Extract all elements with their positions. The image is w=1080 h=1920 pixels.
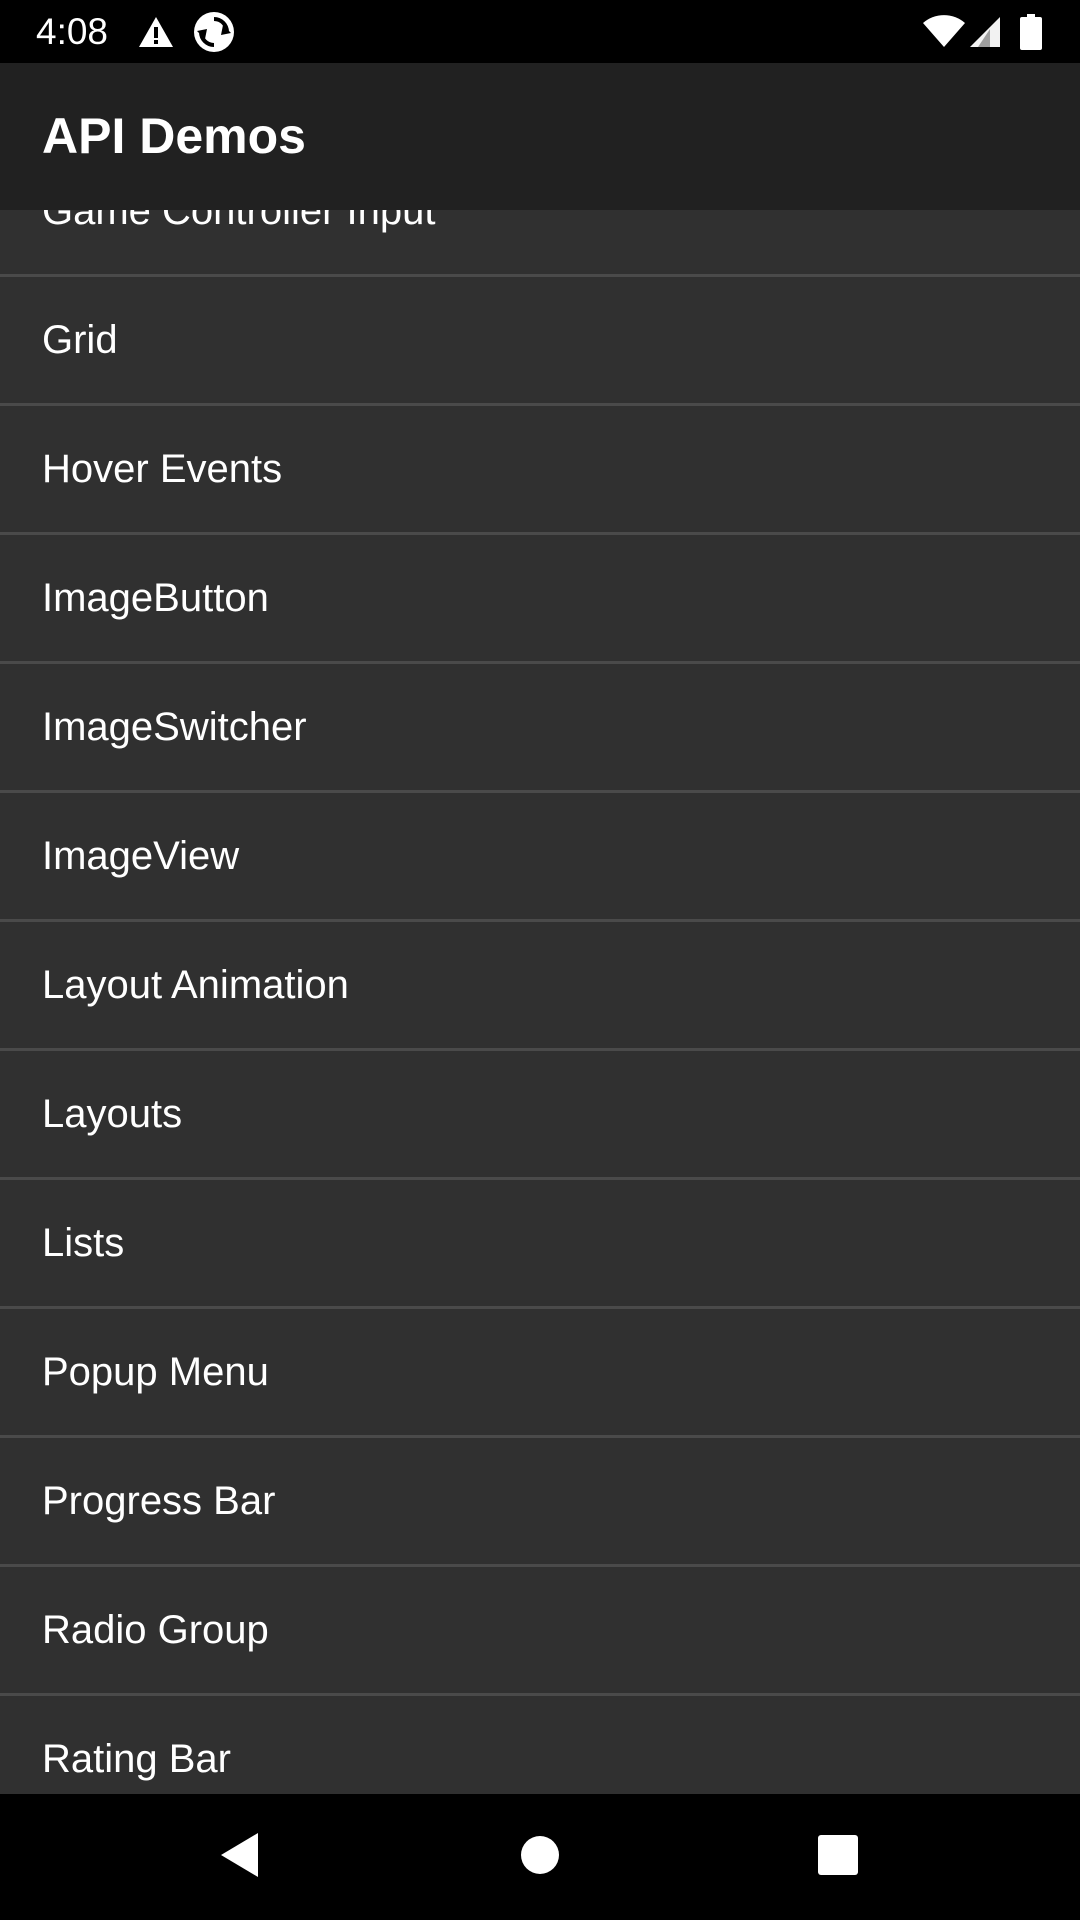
list-item-layouts[interactable]: Layouts [0, 1051, 1080, 1180]
demo-list[interactable]: Game Controller Input Grid Hover Events … [0, 210, 1080, 1794]
list-item-progress-bar[interactable]: Progress Bar [0, 1438, 1080, 1567]
list-item-label: ImageSwitcher [42, 705, 307, 749]
app-title: API Demos [42, 108, 306, 164]
list-item-lists[interactable]: Lists [0, 1180, 1080, 1309]
list-item-layout-animation[interactable]: Layout Animation [0, 922, 1080, 1051]
list-item-label: Lists [42, 1221, 125, 1265]
list-item-label: Layout Animation [42, 963, 349, 1007]
list-item-imageswitcher[interactable]: ImageSwitcher [0, 664, 1080, 793]
list-item-label: Radio Group [42, 1608, 269, 1652]
navigation-bar [0, 1794, 1080, 1920]
list-item-imageview[interactable]: ImageView [0, 793, 1080, 922]
home-icon [520, 1835, 560, 1880]
app-bar: API Demos [0, 63, 1080, 210]
battery-icon [1020, 0, 1042, 63]
status-time: 4:08 [36, 11, 109, 52]
list-item-label: Grid [42, 318, 118, 362]
list-item-popup-menu[interactable]: Popup Menu [0, 1309, 1080, 1438]
list-item-game-controller-input[interactable]: Game Controller Input [0, 210, 1080, 277]
list-item-label: ImageButton [42, 576, 269, 620]
warning-icon [138, 0, 174, 63]
list-item-label: Popup Menu [42, 1350, 269, 1394]
list-item-radio-group[interactable]: Radio Group [0, 1567, 1080, 1696]
recents-icon [818, 1834, 858, 1880]
list-item-label: Progress Bar [42, 1479, 276, 1523]
home-button[interactable] [470, 1794, 610, 1920]
list-item-label: Layouts [42, 1092, 183, 1136]
list-item-rating-bar[interactable]: Rating Bar [0, 1696, 1080, 1794]
list-item-label: Rating Bar [42, 1737, 231, 1781]
list-item-hover-events[interactable]: Hover Events [0, 406, 1080, 535]
list-item-imagebutton[interactable]: ImageButton [0, 535, 1080, 664]
wifi-icon [922, 0, 966, 63]
list-item-label: ImageView [42, 834, 240, 878]
status-bar: 4:08 [0, 0, 1080, 63]
screen: 4:08 API Demos Game Controller Input Gri… [0, 0, 1080, 1920]
list-item-label: Hover Events [42, 447, 283, 491]
back-icon [220, 1832, 260, 1883]
back-button[interactable] [170, 1794, 310, 1920]
list-item-grid[interactable]: Grid [0, 277, 1080, 406]
cell-signal-icon [970, 0, 1002, 63]
recents-button[interactable] [768, 1794, 908, 1920]
sync-icon [193, 0, 235, 63]
list-item-label: Game Controller Input [42, 210, 436, 233]
